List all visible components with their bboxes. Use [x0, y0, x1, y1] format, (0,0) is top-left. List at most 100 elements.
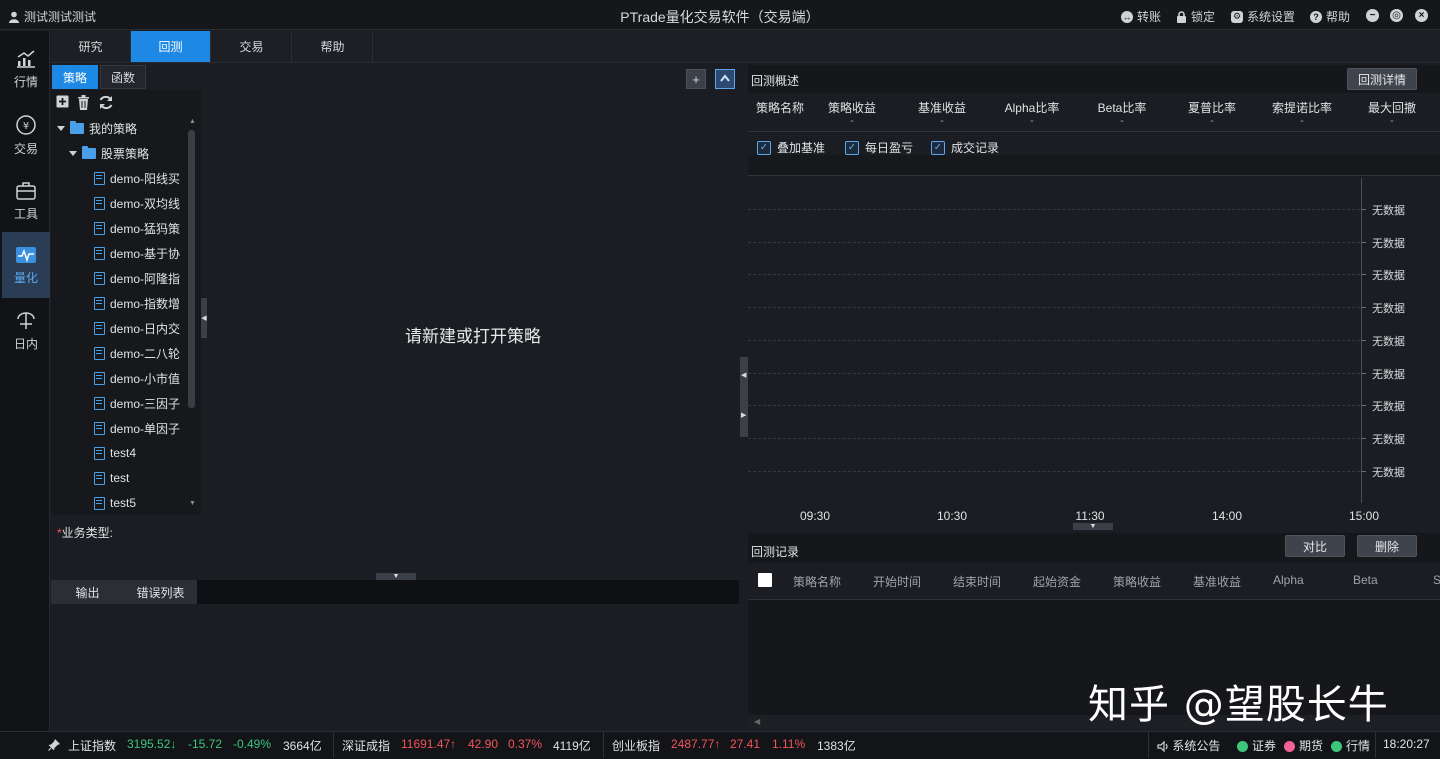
tree-scrollbar[interactable] [188, 130, 195, 408]
connection-status[interactable]: 证券 [1237, 737, 1276, 754]
tree-file-label: demo-阳线买 [110, 171, 181, 186]
tree-file-item[interactable]: test [94, 468, 186, 488]
tree-file-item[interactable]: demo-阳线买 [94, 168, 186, 188]
svg-text:¥: ¥ [23, 121, 29, 132]
panel-splitter[interactable]: ◀ ▶ [740, 357, 748, 437]
tab-errors[interactable]: 错误列表 [124, 580, 197, 604]
tree-file-item[interactable]: demo-单因子 [94, 418, 186, 438]
business-type-label: *业务类型: [57, 526, 114, 540]
column-header[interactable]: Beta [1353, 573, 1378, 587]
arrow-right-icon[interactable]: ▶ [741, 411, 746, 419]
status-separator [333, 732, 334, 758]
column-header[interactable]: 起始资金 [1033, 573, 1081, 590]
tree-file-item[interactable]: test4 [94, 443, 186, 463]
connection-status[interactable]: 期货 [1284, 737, 1323, 754]
tree-file-item[interactable]: demo-指数增 [94, 293, 186, 313]
checkbox-checked-icon[interactable]: ✓ [845, 140, 859, 155]
checkbox-option[interactable]: ✓ 成交记录 [931, 139, 999, 156]
tree-file-item[interactable]: demo-小市值 [94, 368, 186, 388]
column-header[interactable]: 基准收益 [1193, 573, 1241, 590]
tab-trade[interactable]: 交易 [212, 31, 292, 62]
nav-trade[interactable]: ¥ 交易 [2, 102, 50, 168]
column-header[interactable]: Alpha [1273, 573, 1304, 587]
tab-strategy[interactable]: 策略 [52, 65, 98, 89]
collapse-bottom-handle[interactable]: ▼ [376, 573, 416, 580]
select-all-checkbox[interactable] [758, 573, 772, 587]
tab-help[interactable]: 帮助 [293, 31, 373, 62]
tree-file-item[interactable]: demo-日内交 [94, 318, 186, 338]
arrow-left-icon[interactable]: ◀ [741, 371, 746, 379]
tree-file-item[interactable]: test5 [94, 493, 186, 513]
stat-label: 索提诺比率 [1271, 101, 1332, 115]
new-strategy-button[interactable]: + [686, 69, 706, 89]
y-axis-tick [1361, 437, 1366, 439]
tree-file-item[interactable]: demo-阿隆指 [94, 268, 186, 288]
compare-button[interactable]: 对比 [1285, 535, 1345, 557]
transfer-button[interactable]: ↔ 转账 [1121, 8, 1161, 25]
column-header[interactable]: S [1433, 573, 1440, 587]
delete-button[interactable]: 删除 [1357, 535, 1417, 557]
pin-icon[interactable] [48, 738, 61, 751]
lock-button[interactable]: 锁定 [1176, 8, 1215, 25]
tree-file-item[interactable]: demo-基于协 [94, 243, 186, 263]
tree-file-item[interactable]: demo-二八轮 [94, 343, 186, 363]
file-icon [94, 396, 105, 410]
scroll-up-icon[interactable]: ▲ [189, 118, 196, 125]
backtest-detail-button[interactable]: 回测详情 [1347, 68, 1417, 90]
scroll-down-icon[interactable]: ▼ [189, 500, 196, 507]
trend-arrow-icon: ↓ [170, 737, 177, 751]
trash-icon[interactable] [77, 95, 90, 110]
checkbox-option[interactable]: ✓ 叠加基准 [757, 139, 825, 156]
index-name[interactable]: 创业板指 [612, 737, 660, 754]
y-tick-label: 无数据 [1372, 466, 1405, 479]
minimize-icon[interactable]: − [1366, 9, 1379, 22]
add-icon[interactable] [56, 95, 69, 108]
tree-file-item[interactable]: demo-猛犸策 [94, 218, 186, 238]
tree-file-item[interactable]: demo-三因子 [94, 393, 186, 413]
column-header[interactable]: 结束时间 [953, 573, 1001, 590]
index-name[interactable]: 上证指数 [68, 737, 116, 754]
nav-intraday[interactable]: 日内 [2, 298, 50, 364]
lock-icon [1177, 10, 1186, 23]
settings-button[interactable]: ⚙ 系统设置 [1231, 8, 1295, 25]
collapse-arrow-icon [57, 125, 65, 131]
nav-market[interactable]: 行情 [2, 36, 50, 102]
tree-file-label: demo-指数增 [110, 296, 181, 311]
index-pct: -0.49% [233, 737, 272, 751]
nav-tools[interactable]: 工具 [2, 168, 50, 234]
column-header[interactable]: 策略名称 [793, 573, 841, 590]
checkbox-checked-icon[interactable]: ✓ [931, 140, 945, 155]
expand-up-button[interactable] [715, 69, 735, 89]
scroll-left-icon[interactable]: ◀ [754, 717, 760, 726]
refresh-icon[interactable] [98, 95, 114, 110]
file-icon [94, 171, 105, 185]
tree-file-item[interactable]: demo-双均线 [94, 193, 186, 213]
tree-file-label: demo-日内交 [110, 321, 181, 336]
y-axis-tick [1361, 274, 1366, 276]
help-button[interactable]: ? 帮助 [1310, 8, 1350, 25]
tab-functions[interactable]: 函数 [100, 65, 146, 89]
nav-quant[interactable]: 量化 [2, 232, 50, 298]
connection-status[interactable]: 行情 [1331, 737, 1370, 754]
tree-root[interactable]: 我的策略 [57, 118, 137, 138]
checkbox-option[interactable]: ✓ 每日盈亏 [845, 139, 913, 156]
column-header[interactable]: 策略收益 [1113, 573, 1161, 590]
overview-header [748, 65, 1440, 93]
restore-icon[interactable]: ◎ [1390, 9, 1403, 22]
tree-folder-label: 股票策略 [101, 146, 150, 161]
column-header[interactable]: 开始时间 [873, 573, 921, 590]
close-icon[interactable]: × [1415, 9, 1428, 22]
tree-file-label: test [110, 471, 130, 485]
tab-research[interactable]: 研究 [51, 31, 131, 62]
y-axis-tick [1361, 405, 1366, 407]
index-name[interactable]: 深证成指 [342, 737, 390, 754]
index-price: 3195.52↓ [127, 737, 177, 751]
tab-backtest[interactable]: 回测 [131, 31, 211, 62]
collapse-chart-handle[interactable]: ▼ [1073, 523, 1113, 530]
tree-folder[interactable]: 股票策略 [69, 143, 149, 163]
y-axis-tick [1361, 372, 1366, 374]
checkbox-checked-icon[interactable]: ✓ [757, 140, 771, 155]
tab-output[interactable]: 输出 [51, 580, 124, 604]
pulse-icon [16, 246, 36, 263]
notice-button[interactable]: 系统公告 [1157, 737, 1220, 754]
